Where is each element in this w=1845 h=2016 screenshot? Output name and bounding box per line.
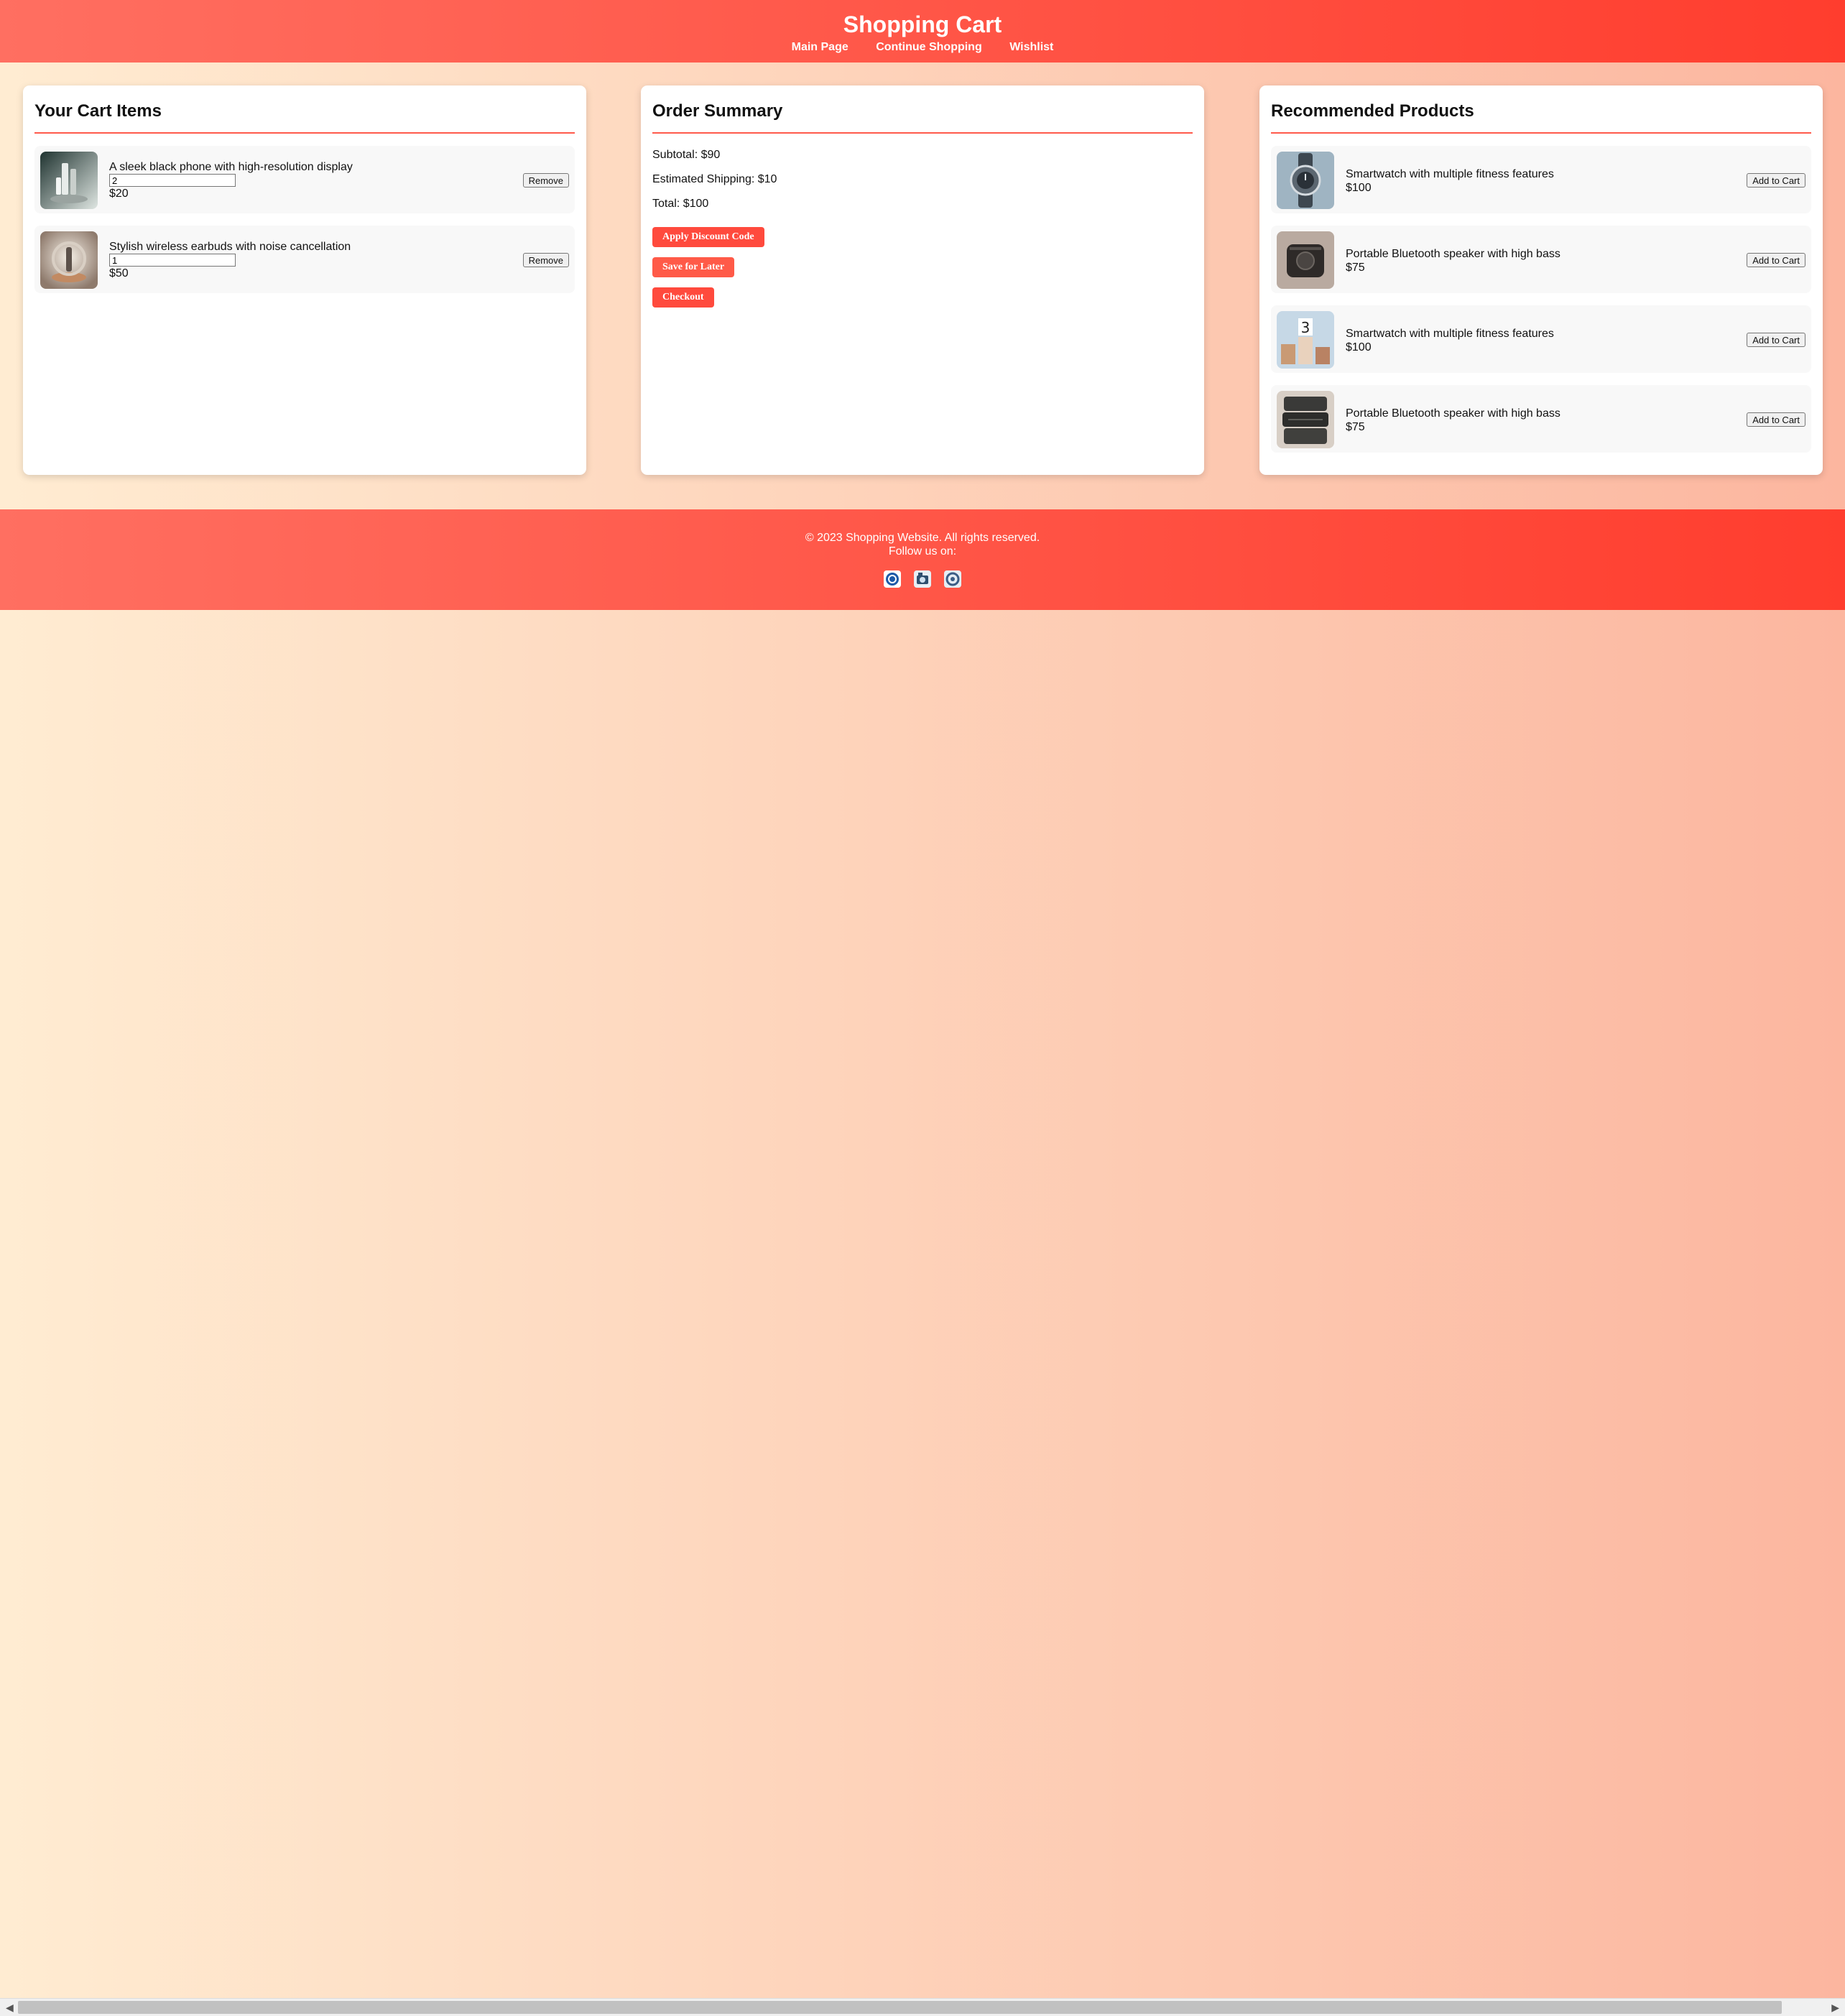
product-price: $75 xyxy=(1346,262,1365,274)
checkout-button[interactable]: Checkout xyxy=(652,287,714,308)
product-card: 3 Smartwatch with multiple fitness featu… xyxy=(1271,305,1811,373)
subtotal-text: Subtotal: $90 xyxy=(652,149,721,161)
copyright-text: © 2023 Shopping Website. All rights rese… xyxy=(805,532,1040,544)
cart-item-name: A sleek black phone with high-resolution… xyxy=(109,161,353,173)
cart-item: Stylish wireless earbuds with noise canc… xyxy=(34,226,575,293)
quantity-input[interactable] xyxy=(109,174,236,187)
product-price: $75 xyxy=(1346,421,1365,433)
cart-panel: Your Cart Items A sleek black phone with… xyxy=(23,85,586,475)
apply-discount-button[interactable]: Apply Discount Code xyxy=(652,227,764,247)
add-to-cart-button[interactable]: Add to Cart xyxy=(1747,173,1805,188)
total-text: Total: $100 xyxy=(652,198,709,210)
product-name: Portable Bluetooth speaker with high bas… xyxy=(1346,407,1560,420)
recommended-panel: Recommended Products Smartwatch with mul… xyxy=(1259,85,1823,475)
summary-heading: Order Summary xyxy=(652,96,1193,134)
nav-continue-shopping[interactable]: Continue Shopping xyxy=(876,41,982,53)
add-to-cart-button[interactable]: Add to Cart xyxy=(1747,412,1805,427)
quantity-input[interactable] xyxy=(109,254,236,267)
cart-item-price: $20 xyxy=(109,188,129,200)
nav-wishlist[interactable]: Wishlist xyxy=(1009,41,1053,53)
order-summary-panel: Order Summary Subtotal: $90 Estimated Sh… xyxy=(641,85,1204,475)
cart-heading: Your Cart Items xyxy=(34,96,575,134)
social-links xyxy=(0,569,1845,589)
cart-item-info: Stylish wireless earbuds with noise canc… xyxy=(109,240,351,280)
site-header: Shopping Cart Main Page Continue Shoppin… xyxy=(0,0,1845,63)
product-card: Portable Bluetooth speaker with high bas… xyxy=(1271,226,1811,293)
product-info: Smartwatch with multiple fitness feature… xyxy=(1346,327,1554,354)
save-for-later-button[interactable]: Save for Later xyxy=(652,257,735,277)
cart-item-info: A sleek black phone with high-resolution… xyxy=(109,160,353,200)
product-name: Smartwatch with multiple fitness feature… xyxy=(1346,168,1554,180)
cart-item-price: $50 xyxy=(109,267,129,279)
phone-image xyxy=(40,152,98,209)
follow-text: Follow us on: xyxy=(888,545,957,558)
product-price: $100 xyxy=(1346,182,1372,194)
product-info: Smartwatch with multiple fitness feature… xyxy=(1346,167,1554,195)
recommended-heading: Recommended Products xyxy=(1271,96,1811,134)
remove-button[interactable]: Remove xyxy=(522,173,569,188)
scroll-right-icon[interactable]: ▶ xyxy=(1831,2002,1839,2014)
main-nav: Main Page Continue Shopping Wishlist xyxy=(0,41,1845,54)
speaker-image xyxy=(1277,231,1334,289)
product-info: Portable Bluetooth speaker with high bas… xyxy=(1346,247,1560,274)
cart-item: A sleek black phone with high-resolution… xyxy=(34,146,575,213)
add-to-cart-button[interactable]: Add to Cart xyxy=(1747,253,1805,267)
product-name: Smartwatch with multiple fitness feature… xyxy=(1346,328,1554,340)
shipping-text: Estimated Shipping: $10 xyxy=(652,173,777,185)
social-icon-1[interactable] xyxy=(882,569,902,589)
podium-image: 3 xyxy=(1277,311,1334,369)
scrollbar-thumb[interactable] xyxy=(18,2001,1782,2014)
product-name: Portable Bluetooth speaker with high bas… xyxy=(1346,248,1560,260)
svg-text:3: 3 xyxy=(1301,319,1310,336)
product-card: Smartwatch with multiple fitness feature… xyxy=(1271,146,1811,213)
scroll-left-icon[interactable]: ◀ xyxy=(6,2002,14,2014)
site-footer: © 2023 Shopping Website. All rights rese… xyxy=(0,509,1845,610)
product-price: $100 xyxy=(1346,341,1372,353)
remove-button[interactable]: Remove xyxy=(522,253,569,267)
product-info: Portable Bluetooth speaker with high bas… xyxy=(1346,407,1560,434)
smartwatch-image xyxy=(1277,152,1334,209)
social-icon-2[interactable] xyxy=(912,569,933,589)
earbuds-image xyxy=(40,231,98,289)
add-to-cart-button[interactable]: Add to Cart xyxy=(1747,333,1805,347)
social-icon-3[interactable] xyxy=(943,569,963,589)
page-title: Shopping Cart xyxy=(843,11,1002,37)
nav-main-page[interactable]: Main Page xyxy=(792,41,848,53)
horizontal-scrollbar[interactable]: ◀ ▶ xyxy=(0,1998,1845,2016)
speaker-stack-image xyxy=(1277,391,1334,448)
cart-item-name: Stylish wireless earbuds with noise canc… xyxy=(109,241,351,253)
product-card: Portable Bluetooth speaker with high bas… xyxy=(1271,385,1811,453)
